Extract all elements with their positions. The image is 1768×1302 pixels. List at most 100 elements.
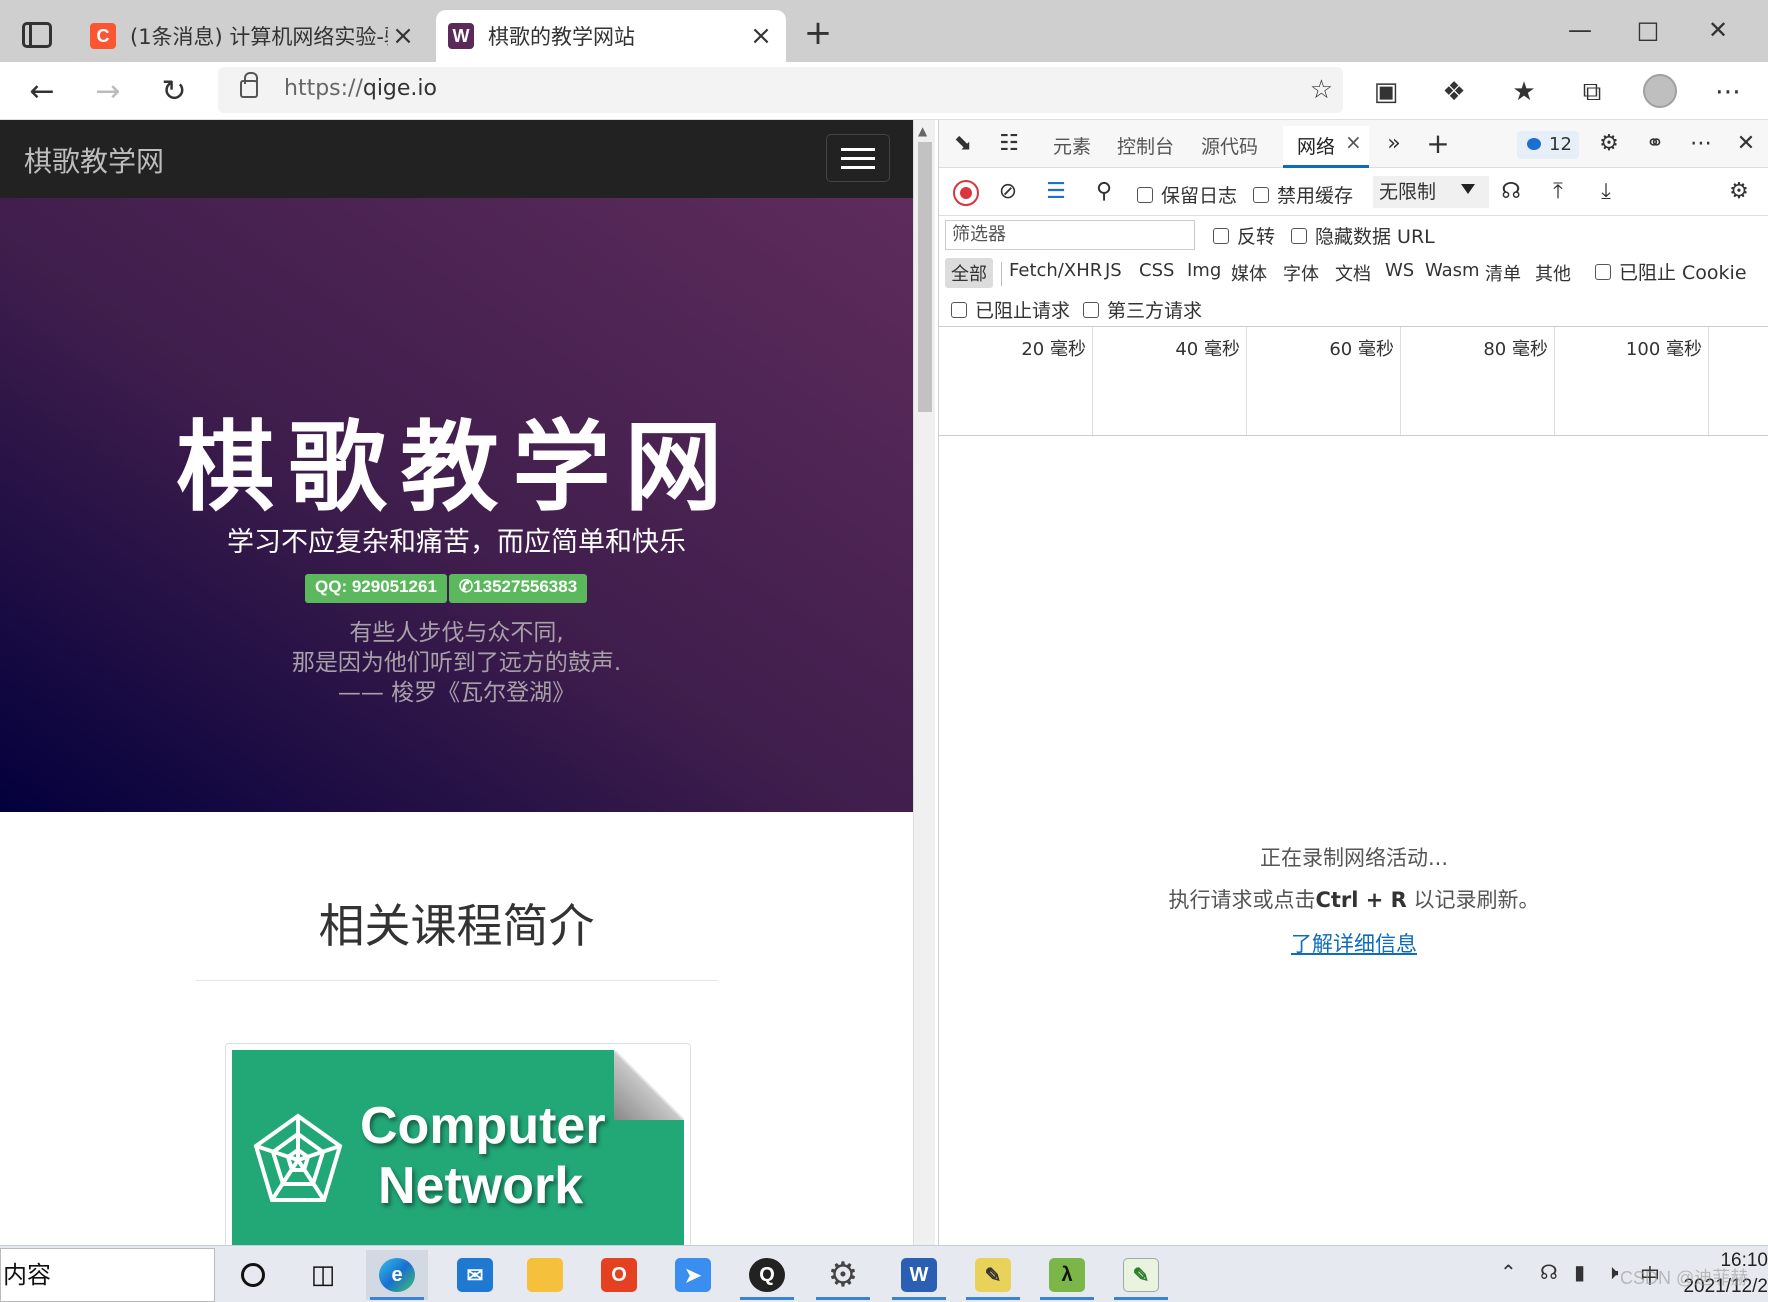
import-har-icon[interactable]: ⤒: [1543, 178, 1573, 206]
more-tabs-chevron-icon[interactable]: »: [1379, 130, 1409, 158]
paint-taskbar-icon[interactable]: ✎: [1110, 1250, 1172, 1300]
network-settings-gear-icon[interactable]: ⚙: [1723, 178, 1755, 206]
invert-checkbox[interactable]: 反转: [1213, 222, 1275, 249]
file-explorer-taskbar-icon[interactable]: [514, 1250, 576, 1300]
learn-more-link[interactable]: 了解详细信息: [939, 928, 1768, 958]
settings-taskbar-icon[interactable]: ⚙: [812, 1250, 874, 1300]
cortana-circle-icon[interactable]: [222, 1250, 284, 1300]
course-card[interactable]: Computer Network: [225, 1043, 691, 1245]
scrollbar-thumb[interactable]: [918, 142, 932, 412]
tab-csdn[interactable]: C (1条消息) 计算机网络实验-验证性 ×: [78, 10, 428, 62]
inspect-element-icon[interactable]: ⬊: [945, 130, 981, 158]
minimize-icon[interactable]: —: [1550, 10, 1610, 50]
type-filter-doc[interactable]: 文档: [1335, 260, 1371, 286]
office-taskbar-icon[interactable]: O: [588, 1250, 650, 1300]
third-party-checkbox[interactable]: 第三方请求: [1083, 296, 1202, 323]
profile-avatar[interactable]: [1643, 74, 1677, 108]
battery-icon[interactable]: ▮: [1574, 1260, 1585, 1284]
type-filter-css[interactable]: CSS: [1139, 260, 1174, 281]
timeline-tick: 60 毫秒: [1247, 327, 1401, 435]
forward-arrow-icon[interactable]: →: [86, 70, 130, 114]
page-scrollbar[interactable]: ▲: [913, 120, 935, 1245]
checkbox-box[interactable]: [1137, 186, 1153, 203]
device-emulation-icon[interactable]: ☷: [991, 130, 1027, 158]
tab-console[interactable]: 控制台: [1117, 132, 1174, 159]
extensions-puzzle-icon[interactable]: ❖: [1432, 72, 1476, 112]
settings-gear-icon[interactable]: ⚙: [1593, 130, 1625, 158]
type-filter-fetch-xhr[interactable]: Fetch/XHR: [1009, 260, 1102, 281]
hide-data-url-checkbox[interactable]: 隐藏数据 URL: [1291, 222, 1435, 249]
tab-elements[interactable]: 元素: [1053, 132, 1091, 159]
preserve-log-checkbox[interactable]: 保留日志: [1137, 181, 1237, 208]
new-tab-plus-icon[interactable]: +: [800, 16, 836, 52]
more-options-icon[interactable]: ⋯: [1706, 72, 1750, 112]
search-icon[interactable]: ⚲: [1089, 178, 1119, 206]
tab-actions-icon[interactable]: [22, 22, 52, 48]
add-tool-plus-icon[interactable]: +: [1423, 130, 1453, 158]
network-overview-timeline[interactable]: 20 毫秒 40 毫秒 60 毫秒 80 毫秒 100 毫秒: [939, 326, 1768, 436]
favorites-star-icon[interactable]: ★: [1502, 72, 1546, 112]
word-taskbar-icon[interactable]: W: [888, 1250, 950, 1300]
type-filter-media[interactable]: 媒体: [1231, 260, 1267, 286]
clear-icon[interactable]: ⊘: [993, 178, 1023, 206]
qq-taskbar-icon[interactable]: Q: [736, 1250, 798, 1300]
site-brand[interactable]: 棋歌教学网: [24, 140, 164, 180]
lock-icon[interactable]: [240, 72, 258, 98]
type-filter-ws[interactable]: WS: [1385, 260, 1414, 281]
tab-sources[interactable]: 源代码: [1201, 132, 1258, 159]
type-filter-other[interactable]: 其他: [1535, 260, 1571, 286]
tab-close-icon[interactable]: ×: [746, 21, 776, 51]
blocked-cookies-checkbox[interactable]: 已阻止 Cookie: [1595, 258, 1747, 285]
add-favorite-star-icon[interactable]: ☆: [1310, 75, 1333, 105]
terminal-lambda-taskbar-icon[interactable]: λ: [1036, 1250, 1098, 1300]
customize-icon[interactable]: ⚭: [1639, 130, 1671, 158]
maximize-icon[interactable]: □: [1618, 10, 1678, 50]
address-bar[interactable]: https://qige.io ☆: [218, 67, 1343, 113]
close-devtools-icon[interactable]: ✕: [1731, 130, 1761, 158]
wifi-icon[interactable]: ☊: [1540, 1260, 1558, 1284]
checkbox-box[interactable]: [1213, 227, 1229, 244]
type-filter-font[interactable]: 字体: [1283, 260, 1319, 286]
tab-qige[interactable]: W 棋歌的教学网站 ×: [436, 10, 786, 62]
course-image[interactable]: Computer Network: [232, 1050, 684, 1245]
checkbox-box[interactable]: [1595, 263, 1611, 280]
scroll-up-arrow-icon[interactable]: ▲: [918, 124, 927, 138]
issues-badge[interactable]: 12: [1517, 131, 1579, 159]
spider-web-icon: [253, 1113, 343, 1202]
record-stop-icon[interactable]: [953, 180, 979, 206]
checkbox-box[interactable]: [951, 301, 967, 318]
close-network-tab-icon[interactable]: ×: [1345, 130, 1362, 154]
network-conditions-icon[interactable]: ☊: [1495, 178, 1527, 206]
feishu-taskbar-icon[interactable]: ➤: [662, 1250, 724, 1300]
checkbox-box[interactable]: [1291, 227, 1307, 244]
checkbox-box[interactable]: [1083, 301, 1099, 318]
filter-icon[interactable]: ☰: [1041, 178, 1071, 206]
task-view-icon[interactable]: ◫: [292, 1250, 354, 1300]
disable-cache-checkbox[interactable]: 禁用缓存: [1253, 181, 1353, 208]
blocked-requests-checkbox[interactable]: 已阻止请求: [951, 296, 1070, 323]
edge-taskbar-icon[interactable]: e: [366, 1250, 428, 1300]
extension-mask-icon[interactable]: ▣: [1364, 72, 1408, 112]
back-arrow-icon[interactable]: ←: [20, 70, 64, 114]
devtools-more-icon[interactable]: ⋯: [1685, 130, 1717, 158]
type-filter-wasm[interactable]: Wasm: [1425, 260, 1480, 281]
type-filter-js[interactable]: JS: [1105, 260, 1122, 281]
mail-taskbar-icon[interactable]: ✉: [444, 1250, 506, 1300]
volume-muted-icon[interactable]: 🕨: [1606, 1260, 1619, 1284]
collections-icon[interactable]: ⧉: [1570, 72, 1614, 112]
filter-input[interactable]: 筛选器: [945, 220, 1195, 250]
chevron-down-icon[interactable]: [1461, 184, 1475, 194]
type-filter-all[interactable]: 全部: [951, 260, 987, 286]
hamburger-menu-icon[interactable]: [826, 134, 890, 182]
type-filter-img[interactable]: Img: [1187, 260, 1221, 281]
type-filter-manifest[interactable]: 清单: [1485, 260, 1521, 286]
refresh-icon[interactable]: ↻: [152, 70, 196, 114]
packet-tracer-taskbar-icon[interactable]: ✎: [962, 1250, 1024, 1300]
export-har-icon[interactable]: ⤓: [1591, 178, 1621, 206]
show-hidden-icons-chevron-icon[interactable]: ⌃: [1500, 1260, 1517, 1284]
taskbar-search-input[interactable]: 内容: [0, 1248, 215, 1302]
tab-network[interactable]: 网络: [1297, 132, 1335, 159]
tab-close-icon[interactable]: ×: [388, 21, 418, 51]
checkbox-box[interactable]: [1253, 186, 1269, 203]
close-window-icon[interactable]: ✕: [1688, 10, 1748, 50]
